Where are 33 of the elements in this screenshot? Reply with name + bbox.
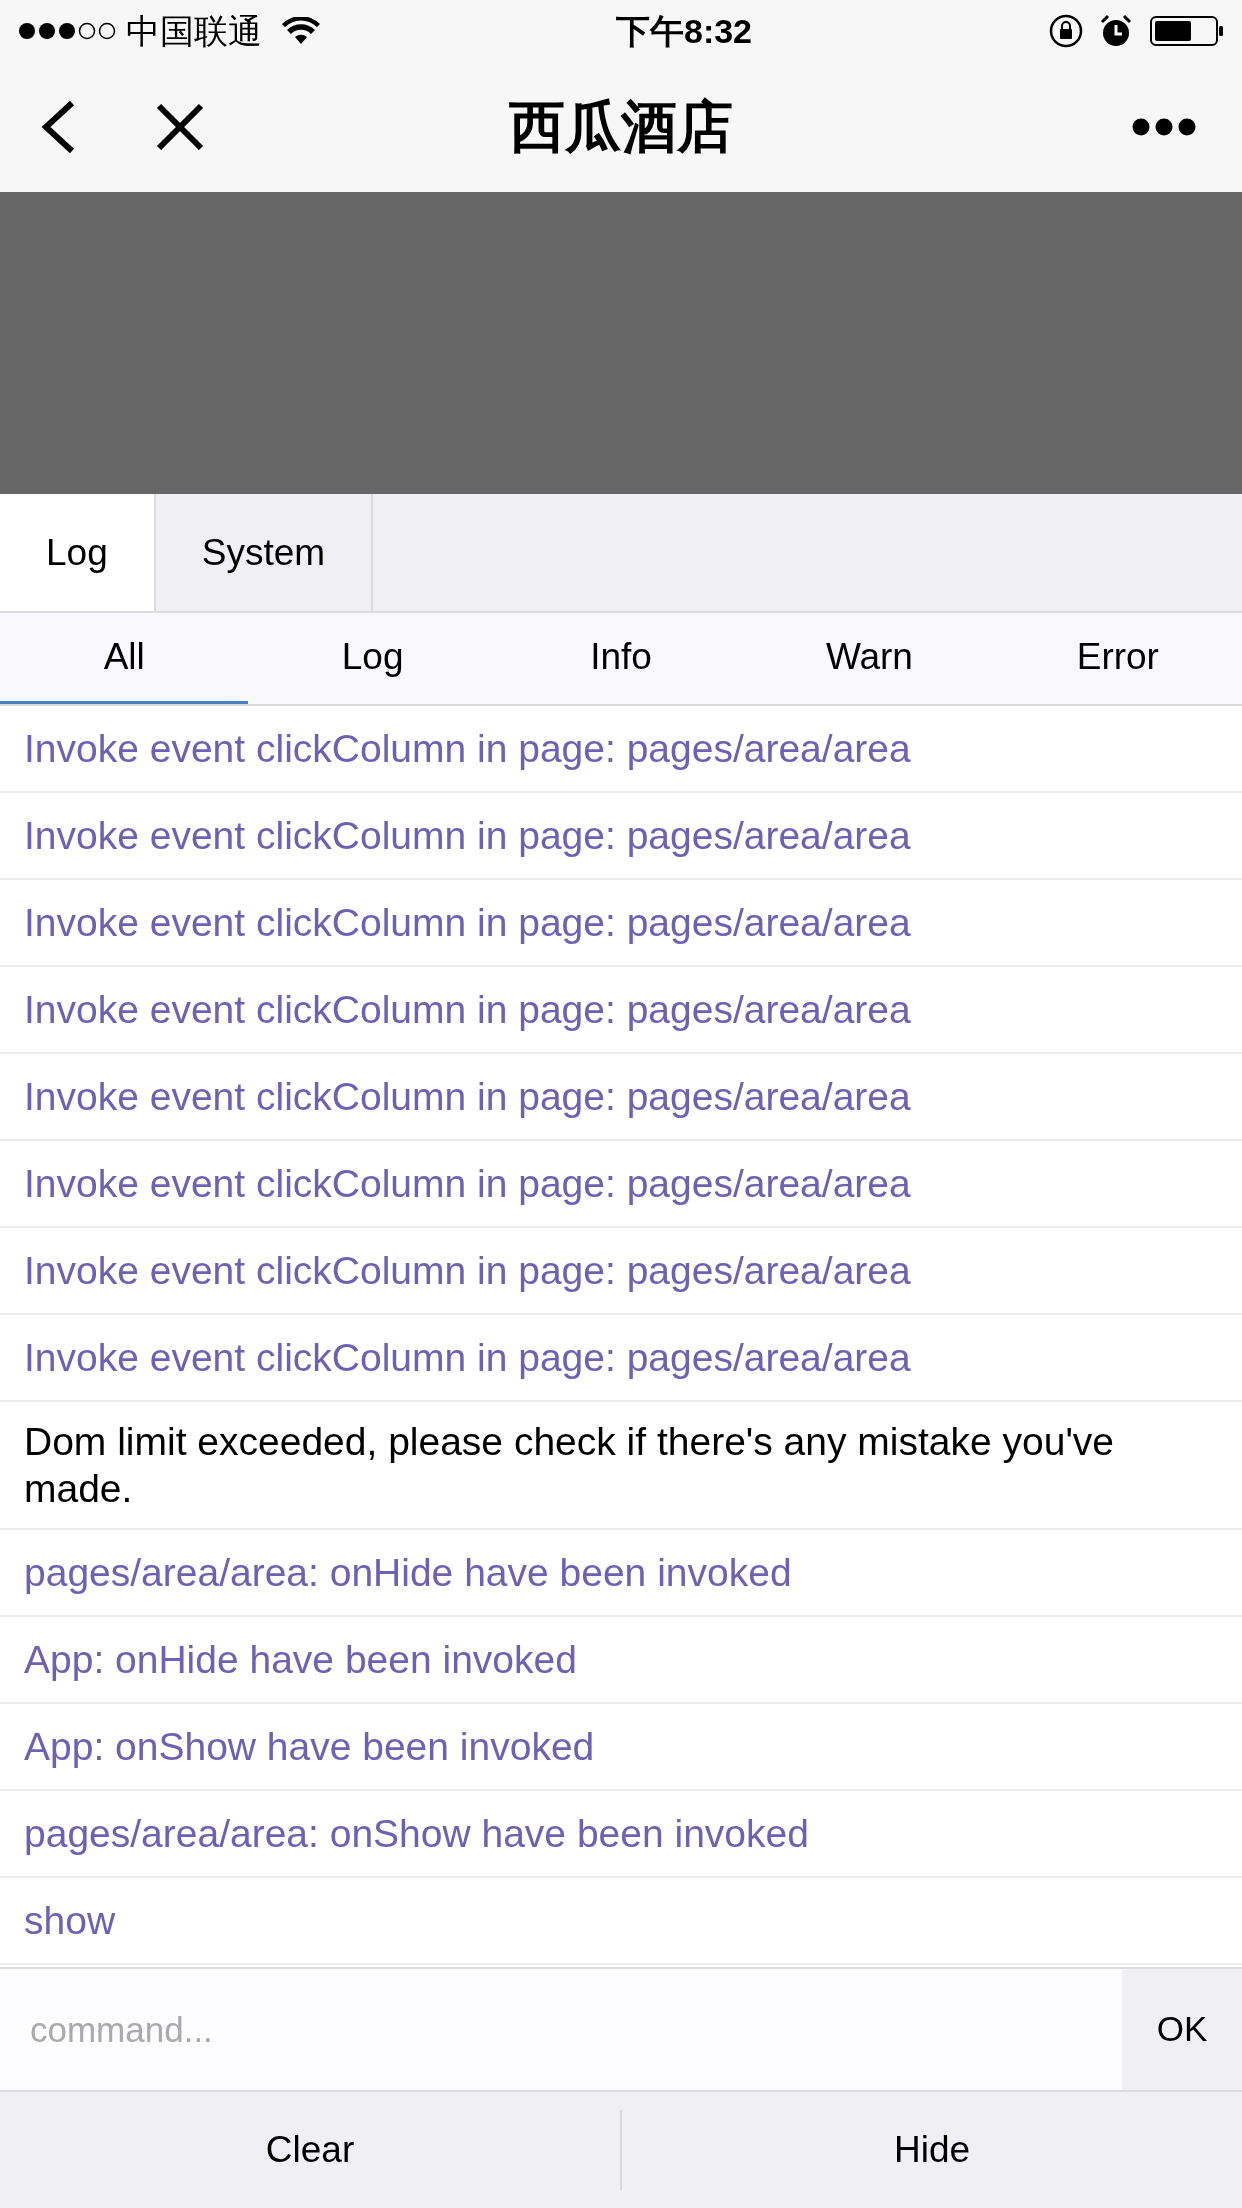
battery-icon (1150, 16, 1224, 46)
log-message: Invoke event clickColumn in page: pages/area/area (24, 1335, 911, 1381)
log-message: Invoke event clickColumn in page: pages/area/area (24, 813, 911, 859)
more-icon (1132, 118, 1196, 136)
alarm-icon (1100, 14, 1132, 48)
filter-tab[interactable]: Warn (745, 613, 994, 704)
log-message: Invoke event clickColumn in page: pages/area/area (24, 987, 911, 1033)
action-button[interactable]: Clear (0, 2092, 620, 2208)
log-message: Invoke event clickColumn in page: pages/area/area (24, 900, 911, 946)
filter-tab[interactable]: Log (248, 613, 497, 704)
filter-tab[interactable]: Info (496, 613, 746, 704)
log-message: Invoke event clickColumn in page: pages/area/area (24, 726, 911, 772)
log-message: Dom limit exceeded, please check if there's any mistake you've made. (24, 1419, 1116, 1512)
log-message: App: onHide have been invoked (24, 1637, 577, 1683)
log-message: show (24, 1898, 116, 1944)
filter-tab[interactable]: Error (993, 613, 1242, 704)
action-button[interactable]: Hide (622, 2092, 1242, 2208)
log-message: pages/area/area: onHide have been invoked (24, 1550, 792, 1596)
log-message: Invoke event clickColumn in page: pages/area/area (24, 1161, 911, 1207)
back-icon (40, 99, 76, 155)
log-message: Invoke event clickColumn in page: pages/area/area (24, 1248, 911, 1294)
carrier-name: 中国联通 (126, 10, 262, 52)
log-message: App: onShow have been invoked (24, 1724, 595, 1770)
filter-tab[interactable]: All (0, 613, 249, 704)
rotation-lock-icon (1048, 13, 1084, 49)
tab[interactable]: Log (0, 494, 156, 611)
ok-button[interactable]: OK (1122, 1969, 1242, 2090)
log-message: pages/area/area: onShow have been invoked (24, 1811, 809, 1857)
log-message: Invoke event clickColumn in page: pages/area/area (24, 1074, 911, 1120)
page-title: 西瓜酒店 (509, 94, 733, 160)
clock-time: 下午8:32 (615, 10, 753, 52)
close-icon (156, 103, 204, 151)
wifi-icon (282, 17, 320, 45)
